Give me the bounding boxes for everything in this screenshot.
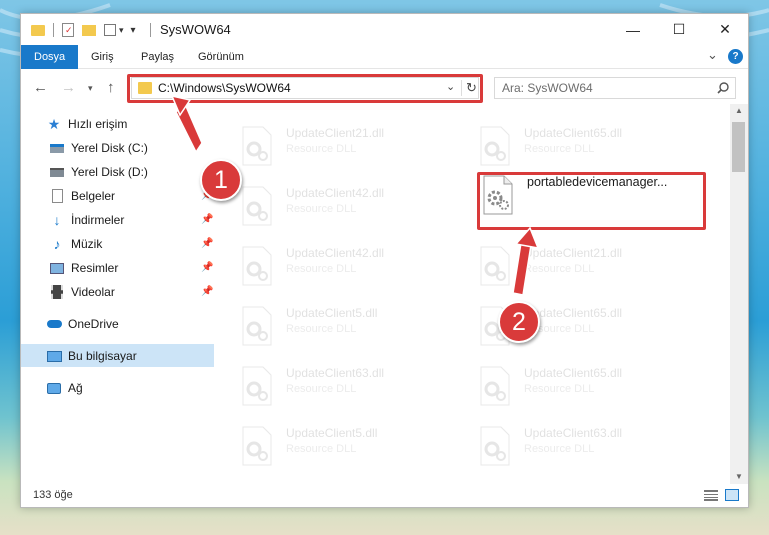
arrow-2-shaft — [512, 242, 532, 296]
annotation-arrows — [170, 94, 540, 296]
arrow-2-head — [514, 226, 540, 249]
step-1-badge: 1 — [200, 159, 242, 201]
step-2-badge: 2 — [498, 301, 540, 343]
